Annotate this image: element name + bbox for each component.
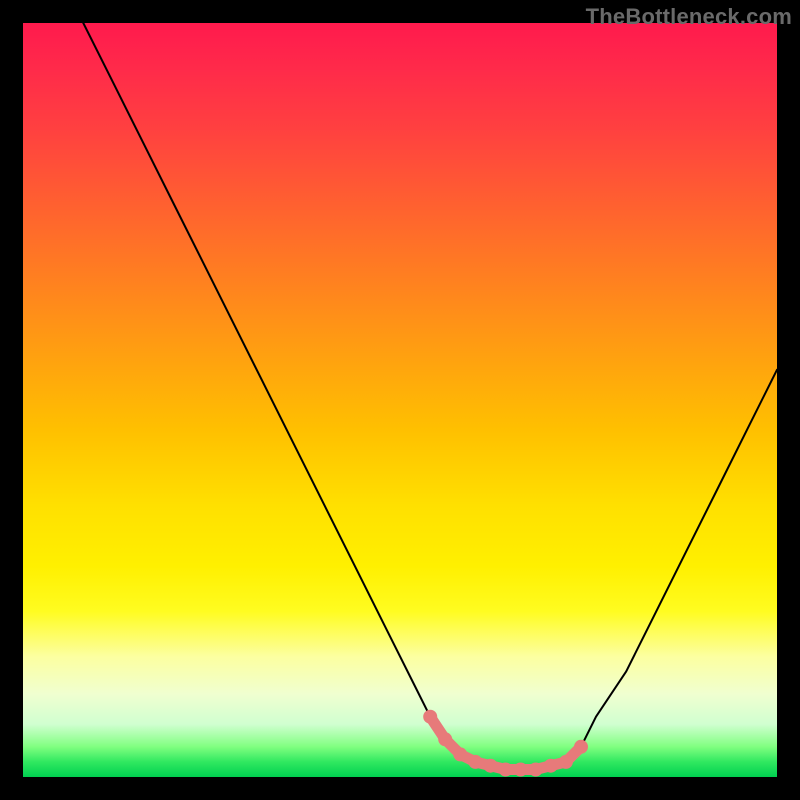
- highlight-dot: [544, 759, 558, 773]
- highlight-dot: [499, 763, 513, 777]
- highlight-dot: [484, 759, 498, 773]
- curve-line: [83, 23, 777, 770]
- highlight-dot: [514, 763, 528, 777]
- highlight-dot: [453, 747, 467, 761]
- bottleneck-curve: [23, 23, 777, 777]
- highlight-markers: [423, 710, 588, 777]
- highlight-dot: [423, 710, 437, 724]
- highlight-dot: [559, 755, 573, 769]
- highlight-dot: [438, 732, 452, 746]
- chart-frame: TheBottleneck.com: [0, 0, 800, 800]
- highlight-dot: [468, 755, 482, 769]
- watermark-text: TheBottleneck.com: [586, 4, 792, 30]
- highlight-dot: [529, 763, 543, 777]
- plot-area: [23, 23, 777, 777]
- highlight-dot: [574, 740, 588, 754]
- highlight-stroke: [430, 717, 581, 770]
